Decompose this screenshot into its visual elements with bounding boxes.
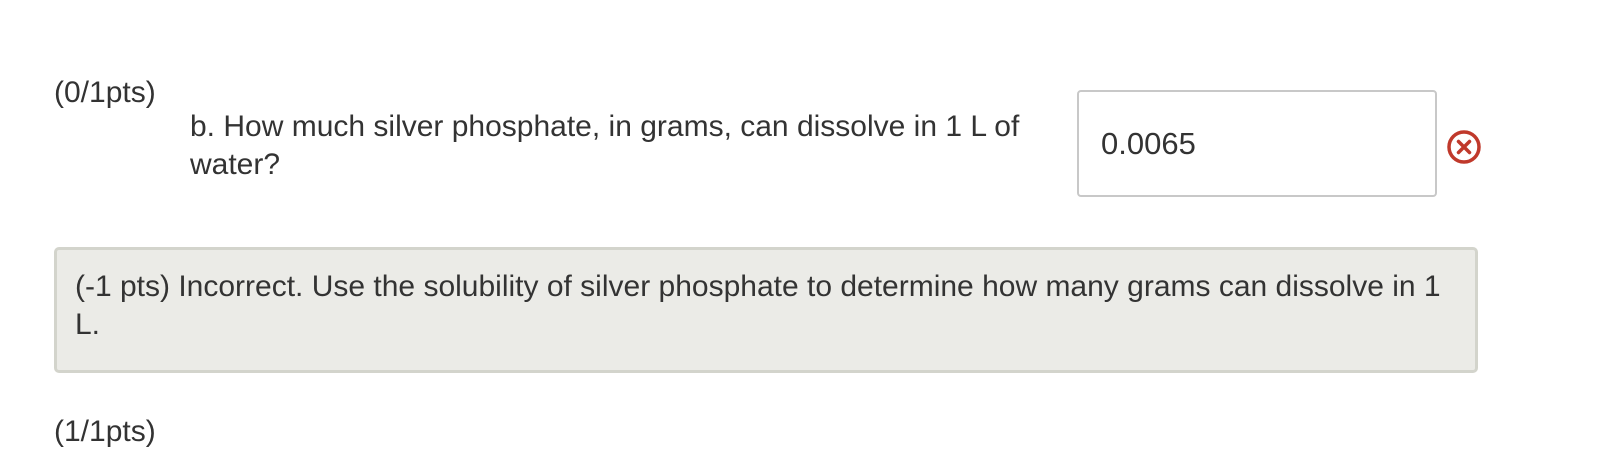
- question-points: (0/1pts): [54, 76, 156, 109]
- question-text: b. How much silver phosphate, in grams, …: [190, 110, 1020, 181]
- feedback-text: (-1 pts) Incorrect. Use the solubility o…: [75, 270, 1441, 341]
- next-question-points: (1/1pts): [54, 415, 156, 448]
- answer-input[interactable]: [1077, 90, 1437, 197]
- feedback-panel: (-1 pts) Incorrect. Use the solubility o…: [54, 247, 1478, 373]
- incorrect-x-circle-icon: [1447, 130, 1481, 164]
